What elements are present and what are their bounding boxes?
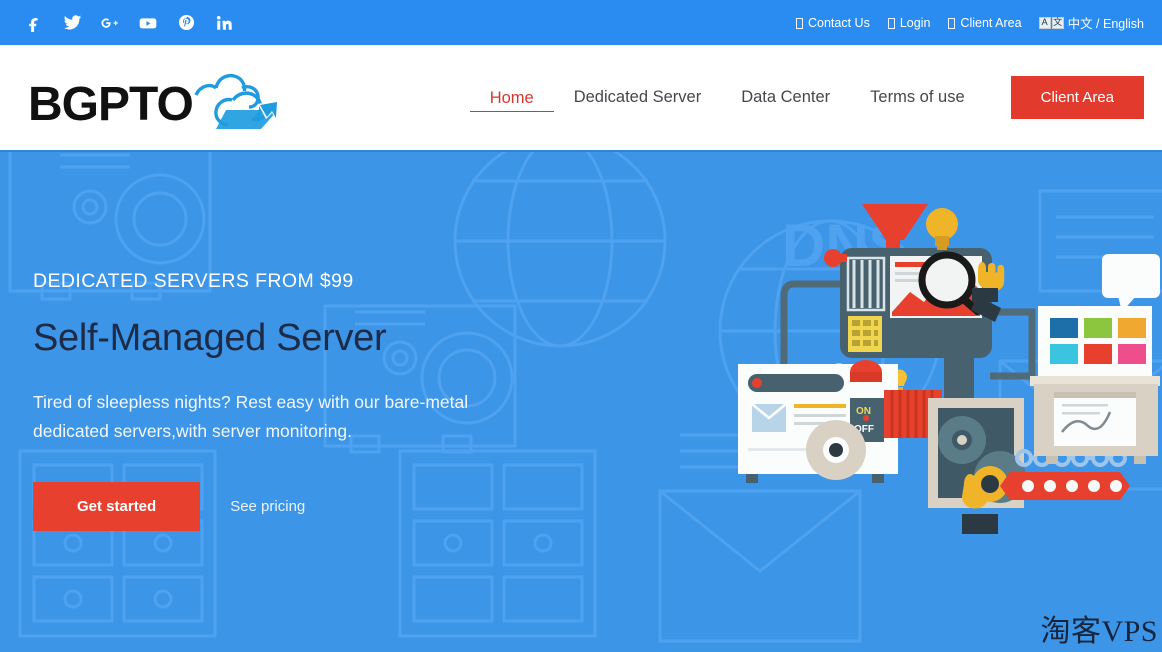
get-started-button[interactable]: Get started — [33, 482, 201, 531]
youtube-icon[interactable] — [134, 9, 162, 37]
bgpto-logo[interactable]: BGPTO — [20, 63, 300, 133]
top-link-label: Login — [899, 15, 931, 30]
missing-glyph-icon — [887, 18, 895, 29]
hero-headline: Self-Managed Server — [33, 317, 387, 359]
nav-item-terms-of-use[interactable]: Terms of use — [850, 82, 984, 113]
watermark-text: 淘客VPS — [1040, 615, 1158, 648]
twitter-icon[interactable] — [58, 9, 86, 37]
nav-item-data-center[interactable]: Data Center — [721, 82, 850, 113]
bgpto-logo-text: BGPTO — [28, 78, 193, 131]
language-switcher[interactable]: A 文 中文 / English — [1031, 13, 1144, 32]
hero-section: DNS ON OFF DEDICATED SERVERS FROM $99 Se… — [0, 150, 1162, 652]
nav-item-dedicated-server[interactable]: Dedicated Server — [554, 82, 721, 113]
top-link-contact-us[interactable]: Contact Us — [787, 16, 879, 30]
document-tray — [1034, 384, 1158, 464]
social-links — [20, 9, 238, 37]
facebook-icon[interactable] — [20, 9, 48, 37]
top-link-label: Contact Us — [807, 15, 870, 30]
google-plus-icon[interactable] — [96, 9, 124, 37]
language-label: 中文 / English — [1067, 17, 1144, 31]
missing-glyph-icon — [948, 18, 956, 29]
speech-bubble-icon — [1102, 254, 1160, 312]
translate-icon-cjk: 文 — [1051, 16, 1064, 29]
top-right-links: Contact Us Login Client Area A 文 中文 / En… — [787, 13, 1144, 32]
client-area-button[interactable]: Client Area — [1010, 76, 1144, 119]
top-utility-bar: Contact Us Login Client Area A 文 中文 / En… — [0, 0, 1162, 45]
missing-glyph-icon — [795, 18, 803, 29]
main-navigation: Home Dedicated Server Data Center Terms … — [469, 76, 1144, 119]
top-link-login[interactable]: Login — [879, 16, 940, 30]
printer-panel: ON OFF — [738, 360, 898, 483]
hero-copy: DEDICATED SERVERS FROM $99 Self-Managed … — [33, 270, 553, 531]
linkedin-icon[interactable] — [210, 9, 238, 37]
top-link-client-area[interactable]: Client Area — [939, 16, 1030, 30]
pinterest-icon[interactable] — [172, 9, 200, 37]
nav-item-home[interactable]: Home — [469, 83, 554, 112]
top-link-label: Client Area — [960, 15, 1022, 30]
translate-icon: A 文 — [1038, 16, 1064, 29]
hero-cta-row: Get started See pricing — [33, 482, 553, 531]
svg-text:ON: ON — [856, 406, 871, 417]
hero-illustration: ON OFF — [738, 204, 1160, 534]
hero-eyebrow: DEDICATED SERVERS FROM $99 — [33, 270, 354, 292]
lightbulb-icon — [926, 208, 958, 250]
laptop-device — [1030, 306, 1160, 386]
hero-subtext: Tired of sleepless nights? Rest easy wit… — [33, 392, 469, 441]
site-header: BGPTO Home Dedicated Server Data Center … — [0, 45, 1162, 150]
see-pricing-link[interactable]: See pricing — [230, 498, 305, 515]
translate-icon-latin: A — [1038, 16, 1051, 29]
